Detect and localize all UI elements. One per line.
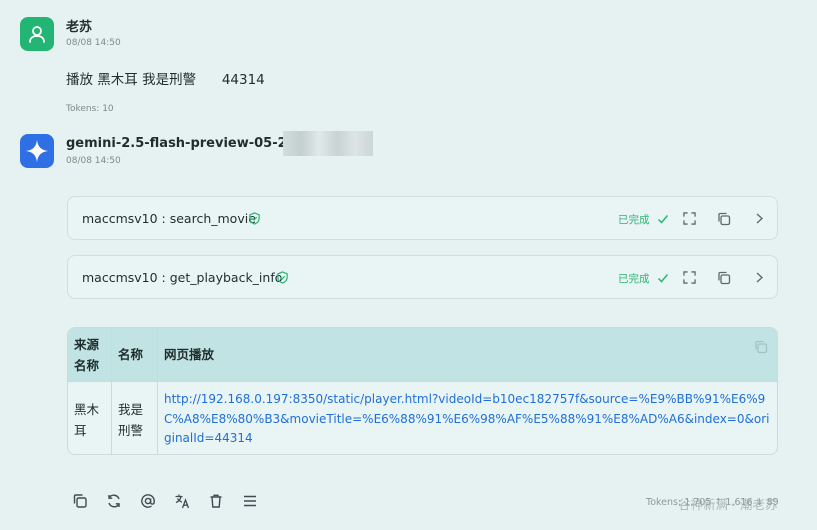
shield-check-icon bbox=[249, 212, 260, 225]
table-header-label: 名称 bbox=[118, 347, 144, 362]
check-icon bbox=[657, 274, 669, 283]
copy-table-icon[interactable] bbox=[754, 340, 768, 354]
expand-icon[interactable] bbox=[683, 271, 696, 284]
bot-avatar bbox=[20, 134, 54, 168]
translate-icon[interactable] bbox=[174, 493, 190, 509]
tool-call-status: 已完成 bbox=[618, 214, 650, 226]
copy-icon[interactable] bbox=[72, 493, 88, 509]
check-icon bbox=[657, 215, 669, 224]
table-header-web-play: 网页播放 bbox=[158, 328, 777, 381]
table-cell-text: 黑木耳 bbox=[74, 402, 100, 438]
user-message-text: 播放 黑木耳 我是刑警 44314 bbox=[66, 72, 265, 88]
copy-icon[interactable] bbox=[717, 271, 731, 285]
user-message-tokens: Tokens: 10 bbox=[66, 104, 114, 114]
table-header-label: 来源名称 bbox=[74, 337, 100, 373]
chevron-right-icon[interactable] bbox=[753, 212, 765, 225]
table-header-name: 名称 bbox=[112, 328, 158, 381]
shield-check-icon bbox=[277, 271, 288, 284]
user-name: 老苏 bbox=[66, 20, 93, 35]
mention-icon[interactable] bbox=[140, 493, 156, 509]
table-cell-text: 我是刑警 bbox=[118, 402, 144, 438]
copy-icon[interactable] bbox=[717, 212, 731, 226]
bot-model-name: gemini-2.5-flash-preview-05-20 | bbox=[66, 136, 305, 151]
user-avatar bbox=[20, 17, 54, 51]
regenerate-icon[interactable] bbox=[106, 493, 122, 509]
chevron-right-icon[interactable] bbox=[753, 271, 765, 284]
watermark: 谷神新满 · 潮老苏 bbox=[678, 497, 778, 512]
gemini-sparkle-icon bbox=[26, 140, 48, 162]
bot-message-time: 08/08 14:50 bbox=[66, 156, 121, 166]
table-header-source: 来源名称 bbox=[68, 328, 112, 381]
tool-call-search-movie[interactable]: maccmsv10 : search_movie 已完成 bbox=[67, 196, 778, 240]
tool-call-status: 已完成 bbox=[618, 273, 650, 285]
expand-icon[interactable] bbox=[683, 212, 696, 225]
tool-call-label: maccmsv10 : get_playback_info bbox=[82, 270, 283, 285]
table-header-label: 网页播放 bbox=[164, 347, 215, 362]
tool-call-label: maccmsv10 : search_movie bbox=[82, 211, 256, 226]
table-cell-link: http://192.168.0.197:8350/static/player.… bbox=[158, 381, 777, 454]
table-cell-source: 黑木耳 bbox=[68, 381, 112, 454]
table-cell-name: 我是刑警 bbox=[112, 381, 158, 454]
trash-icon[interactable] bbox=[208, 493, 224, 509]
tool-call-get-playback-info[interactable]: maccmsv10 : get_playback_info 已完成 bbox=[67, 255, 778, 299]
user-icon bbox=[29, 26, 45, 43]
user-message-time: 08/08 14:50 bbox=[66, 38, 121, 48]
result-table: 来源名称 名称 网页播放 黑木耳 我是刑警 http://192.168.0.1… bbox=[67, 327, 778, 455]
menu-icon[interactable] bbox=[242, 493, 258, 509]
redacted-blur bbox=[283, 131, 373, 156]
playback-link[interactable]: http://192.168.0.197:8350/static/player.… bbox=[164, 390, 776, 449]
